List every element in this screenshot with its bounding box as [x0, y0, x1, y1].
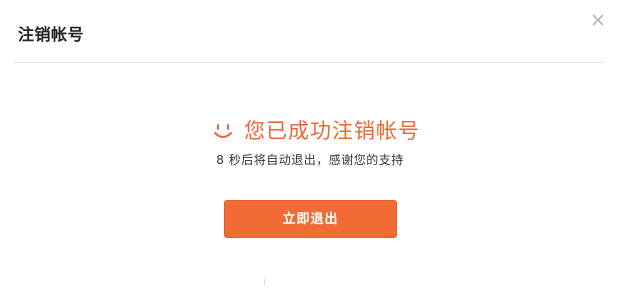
bottom-divider [264, 279, 265, 285]
deactivate-account-dialog: 注销帐号 您已成功注销帐号 8 秒后将自动退出，感谢您的支持 立即退出 [0, 0, 620, 289]
dialog-title: 注销帐号 [18, 25, 85, 44]
success-text: 您已成功注销帐号 [244, 119, 420, 143]
success-message: 您已成功注销帐号 [0, 116, 620, 146]
smile-icon [212, 120, 234, 142]
close-icon[interactable] [590, 12, 606, 28]
logout-now-button[interactable]: 立即退出 [224, 200, 397, 238]
title-divider [14, 62, 604, 63]
countdown-text: 8 秒后将自动退出，感谢您的支持 [216, 153, 404, 167]
